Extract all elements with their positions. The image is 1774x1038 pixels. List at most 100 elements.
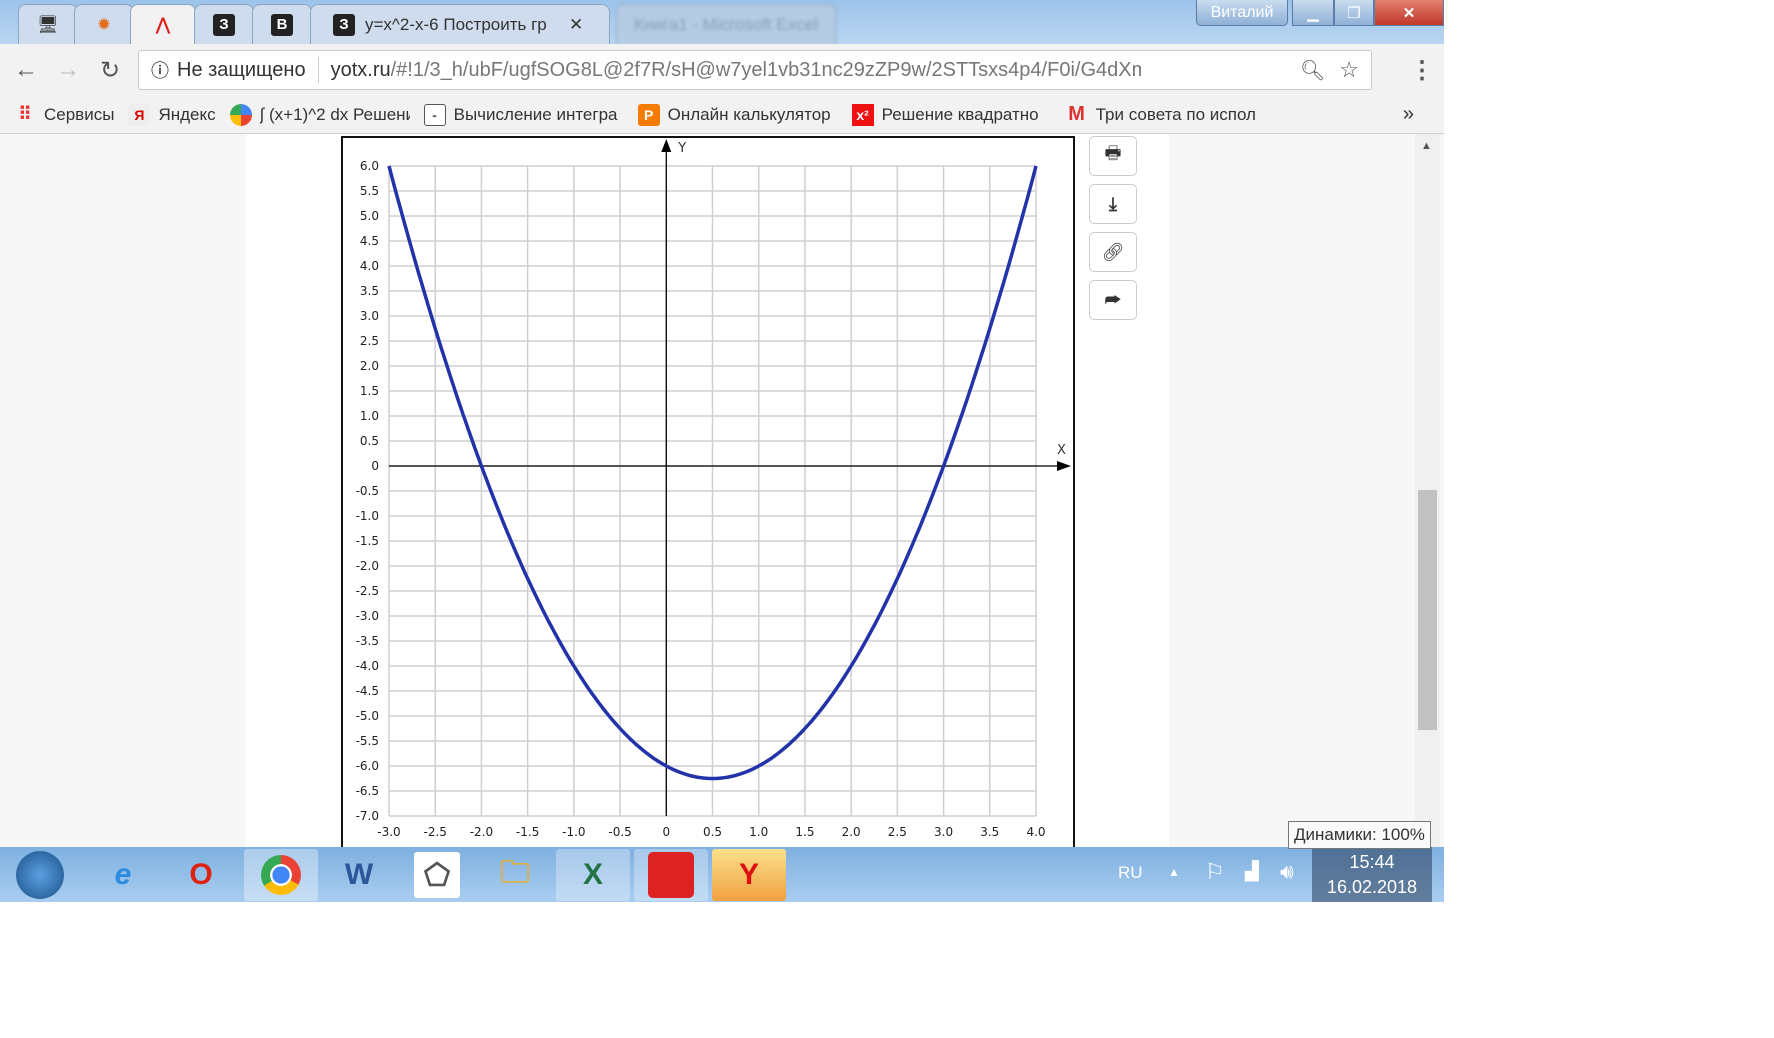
reload-icon[interactable]: ↻ <box>100 56 120 85</box>
y-tick-label: -4.0 <box>356 659 379 673</box>
back-icon[interactable]: ← <box>14 56 38 84</box>
x-tick-label: -1.5 <box>516 825 539 839</box>
x-tick-label: 2.0 <box>842 825 861 839</box>
star-icon[interactable]: ☆ <box>1339 57 1359 83</box>
y-tick-label: -6.5 <box>356 784 379 798</box>
explorer-icon[interactable]: 🗀 <box>478 849 552 901</box>
close-icon[interactable]: ✕ <box>569 15 583 35</box>
excel-icon[interactable]: X <box>556 849 630 901</box>
tray-expand-icon[interactable]: ▲ <box>1168 865 1180 879</box>
x-tick-label: -2.5 <box>424 825 447 839</box>
x-tick-label: 2.5 <box>888 825 907 839</box>
letter-v-icon: В <box>271 13 293 36</box>
gmail-icon: M <box>1068 103 1085 125</box>
clock-time: 15:44 <box>1349 852 1395 872</box>
taskbar: e O W ⬠ 🗀 X Y RU ▲ ⚐ ▟ 🔊︎ 15:44 16.02.20… <box>0 847 1444 902</box>
network-icon[interactable]: ▟ <box>1245 861 1259 882</box>
menu-icon[interactable]: ⋮ <box>1410 56 1434 85</box>
print-button[interactable]: 🖶 <box>1089 136 1137 176</box>
y-tick-label: 2.0 <box>360 359 379 373</box>
x-tick-label: 0 <box>662 825 670 839</box>
divider <box>317 57 319 83</box>
more-bookmarks[interactable]: » <box>1403 103 1414 126</box>
language-indicator[interactable]: RU <box>1118 863 1143 883</box>
word-icon[interactable]: W <box>322 849 396 901</box>
minimize-button[interactable]: ▁ <box>1292 0 1334 26</box>
y-tick-label: 1.5 <box>360 384 379 398</box>
address-bar[interactable]: ⓘ Не защищено yotx.ru /#!1/3_h/ubF/ugfSO… <box>138 50 1372 90</box>
yandex-icon: Я <box>128 103 151 126</box>
sun-icon: ✹ <box>96 14 112 34</box>
x-tick-label: -1.0 <box>562 825 585 839</box>
y-tick-label: 0 <box>371 459 379 473</box>
bookmark-calculator[interactable]: P Онлайн калькулятор <box>637 103 838 126</box>
chrome-icon[interactable] <box>244 849 318 901</box>
x-tick-label: 3.5 <box>980 825 999 839</box>
apps-icon: ⠿ <box>18 104 32 124</box>
bookmark-tips[interactable]: M Три совета по испол <box>1066 103 1266 126</box>
y-tick-label: -1.5 <box>356 534 379 548</box>
tab-strip: 🖥 ✹ ⋀ З В З y=x^2-x-6 Построить гр ✕ Кни… <box>0 0 1444 44</box>
y-tick-label: -0.5 <box>356 484 379 498</box>
y-tick-label: 5.0 <box>360 209 379 223</box>
x-tick-label: 0.5 <box>703 825 722 839</box>
share-icon: ⮫ <box>1104 289 1122 310</box>
flag-icon[interactable]: ⚐ <box>1205 859 1225 885</box>
red-app-icon[interactable] <box>634 849 708 901</box>
address-row: ← → ↻ ⓘ Не защищено yotx.ru /#!1/3_h/ubF… <box>0 44 1444 96</box>
x-axis-label: X <box>1057 443 1066 458</box>
yandex-browser-icon[interactable]: Y <box>712 849 786 901</box>
download-icon: ⤓ <box>1109 193 1117 214</box>
zoom-icon[interactable]: 🔍︎ <box>1300 58 1325 83</box>
bookmark-quadratic[interactable]: x² Решение квадратно <box>851 103 1052 126</box>
y-tick-label: 3.0 <box>360 309 379 323</box>
tv-icon: 🖥 <box>37 14 59 34</box>
x-tick-label: -2.0 <box>470 825 493 839</box>
security-label: Не защищено <box>177 58 306 81</box>
close-window-button[interactable]: ✕ <box>1374 0 1444 26</box>
bookmark-yandex[interactable]: Я Яндекс <box>128 103 216 126</box>
opera-icon[interactable]: O <box>164 849 238 901</box>
clock-date: 16.02.2018 <box>1326 877 1418 897</box>
info-icon: ⓘ <box>151 61 169 81</box>
volume-tooltip: Динамики: 100% <box>1288 821 1431 849</box>
geogebra-icon[interactable]: ⬠ <box>400 849 474 901</box>
link-icon: 🔗︎ <box>1101 241 1125 262</box>
tab-2[interactable]: ✹ <box>74 4 134 44</box>
scroll-thumb[interactable] <box>1418 490 1437 730</box>
letter-z-icon: З <box>333 13 355 36</box>
ie-icon[interactable]: e <box>86 849 160 901</box>
start-button[interactable] <box>2 849 78 901</box>
y-tick-label: -5.0 <box>356 709 379 723</box>
maximize-button[interactable]: ❐ <box>1334 0 1374 26</box>
tab-5[interactable]: В <box>252 4 312 44</box>
forward-icon[interactable]: → <box>56 56 80 84</box>
share-button[interactable]: ⮫ <box>1089 280 1137 320</box>
speaker-icon[interactable]: 🔊︎ <box>1280 859 1294 885</box>
url-domain: yotx.ru <box>330 58 391 81</box>
x2-icon: x² <box>851 103 874 126</box>
scroll-up-icon[interactable]: ▲ <box>1421 140 1432 152</box>
chart-frame: -3.0 -2.5 -2.0 -1.5 -1.0 -0.5 0 0.5 1.0 1.5 2.0 2.5… <box>341 136 1075 856</box>
clock[interactable]: 15:44 16.02.2018 <box>1312 847 1432 902</box>
x-tick-label: -0.5 <box>608 825 631 839</box>
download-button[interactable]: ⤓ <box>1089 184 1137 224</box>
tab-1[interactable]: 🖥 <box>18 4 78 44</box>
y-tick-label: -1.0 <box>356 509 379 523</box>
x-tick-label: 4.0 <box>1026 825 1045 839</box>
tab-4[interactable]: З <box>194 4 254 44</box>
y-tick-label: -3.0 <box>356 609 379 623</box>
y-tick-label: -2.0 <box>356 559 379 573</box>
bookmark-services[interactable]: ⠿ Сервисы <box>14 104 114 126</box>
bookmark-integral-calc[interactable]: - Вычисление интегра <box>423 103 624 126</box>
tab-graph[interactable]: З y=x^2-x-6 Построить гр ✕ <box>310 4 610 44</box>
y-axis-arrow <box>661 139 672 152</box>
scrollbar[interactable]: ▲ <box>1415 134 1440 847</box>
google-dots-icon <box>229 103 252 126</box>
link-button[interactable]: 🔗︎ <box>1089 232 1137 272</box>
profile-button[interactable]: Виталий <box>1196 0 1288 26</box>
bookmark-integral[interactable]: ∫ (x+1)^2 dx Решени <box>229 103 410 126</box>
tab-3[interactable]: ⋀ <box>130 4 196 44</box>
y-axis-label: Y <box>677 141 686 156</box>
y-tick-label: 0.5 <box>360 434 379 448</box>
